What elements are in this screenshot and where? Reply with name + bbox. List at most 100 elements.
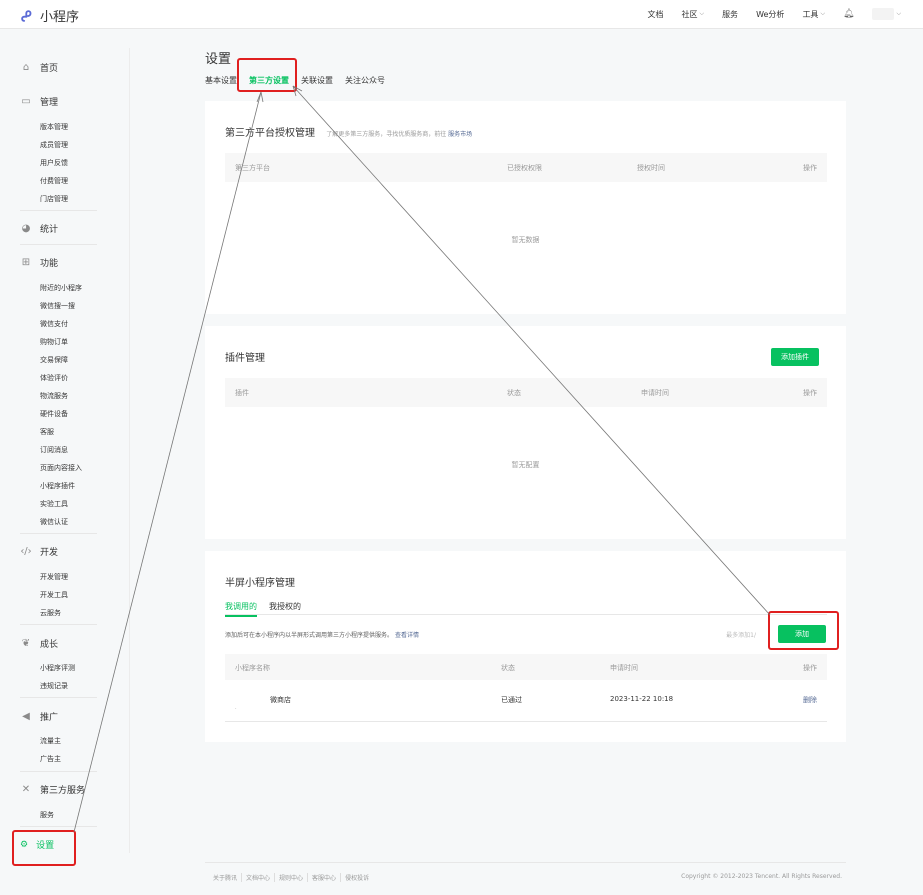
- account-menu[interactable]: ⌵: [872, 8, 901, 20]
- sidebar-item-service[interactable]: 服务: [40, 810, 54, 820]
- tab-authorized[interactable]: 我授权的: [269, 601, 301, 612]
- avatar: [872, 8, 895, 20]
- nav-we-analytics[interactable]: We分析: [756, 9, 784, 20]
- tab-linked[interactable]: 关联设置: [301, 75, 333, 90]
- view-details-link[interactable]: 查看详情: [395, 632, 419, 639]
- sidebar-item-page-content[interactable]: 页面内容接入: [40, 463, 82, 473]
- nav-tools-label: 工具: [802, 9, 819, 19]
- sidebar-promo-label: 推广: [40, 713, 59, 723]
- sidebar-item-members[interactable]: 成员管理: [40, 140, 68, 150]
- sidebar-third-label: 第三方服务: [40, 786, 86, 796]
- nav-tools[interactable]: 工具 ⌵: [802, 9, 825, 20]
- tab-invoked[interactable]: 我调用的: [225, 601, 257, 617]
- nav-services[interactable]: 服务: [722, 9, 738, 20]
- box-icon: ▭: [21, 95, 31, 107]
- code-icon: ‹/›: [20, 545, 32, 557]
- sidebar-item-lab[interactable]: 实验工具: [40, 499, 68, 509]
- sidebar-section-stats[interactable]: ◕ 统计: [20, 222, 58, 236]
- col-status: 状态: [507, 389, 521, 397]
- nav-docs[interactable]: 文档: [648, 9, 664, 20]
- col-plugin: 插件: [235, 389, 249, 397]
- top-bar: 小程序 文档 社区 ⌵ 服务 We分析 工具 ⌵ 🔔︎ ⌵: [0, 0, 923, 29]
- sidebar-item-trade-guarantee[interactable]: 交易保障: [40, 355, 68, 365]
- row-divider: [225, 721, 827, 722]
- empty-state: 暂无数据: [511, 236, 540, 244]
- col-name: 小程序名称: [235, 664, 270, 672]
- sidebar-item-traffic[interactable]: 流量主: [40, 736, 61, 746]
- sidebar-item-certification[interactable]: 微信认证: [40, 517, 68, 527]
- copyright: Copyright © 2012-2023 Tencent. All Right…: [681, 873, 842, 880]
- sidebar-section-manage[interactable]: ▭ 管理: [20, 95, 59, 109]
- table-header: 小程序名称 状态 申请时间 操作: [225, 654, 827, 680]
- top-nav: 文档 社区 ⌵ 服务 We分析 工具 ⌵ 🔔︎ ⌵: [648, 8, 901, 20]
- empty-state: 暂无配置: [511, 461, 540, 469]
- sidebar-section-growth[interactable]: ❦ 成长: [20, 637, 58, 651]
- col-apply-time: 申请时间: [641, 389, 669, 397]
- limit-text: 最多添加1/: [726, 632, 756, 639]
- third-party-icon: ✕: [21, 783, 31, 795]
- sidebar-settings-label: 设置: [36, 841, 55, 851]
- footer: 关于腾讯 文档中心 规则中心 客服中心 侵权投诉 Copyright © 201…: [205, 862, 846, 882]
- sidebar-item-logistics[interactable]: 物流服务: [40, 391, 68, 401]
- col-actions: 操作: [803, 164, 817, 172]
- table-header: 第三方平台 已授权权限 授权时间 操作: [225, 153, 827, 182]
- sidebar-item-dev-tools[interactable]: 开发工具: [40, 590, 68, 600]
- half-screen-card: 半屏小程序管理 我调用的 我授权的 添加后可在本小程序内以半屏形式调用第三方小程…: [205, 551, 846, 742]
- sidebar-divider: [20, 533, 97, 534]
- sidebar-item-feedback[interactable]: 用户反馈: [40, 158, 68, 168]
- sidebar-item-home[interactable]: ⌂ 首页: [20, 61, 58, 75]
- nav-community[interactable]: 社区 ⌵: [682, 9, 705, 20]
- sidebar-item-customer-service[interactable]: 客服: [40, 427, 54, 437]
- sidebar-item-subscribe[interactable]: 订阅消息: [40, 445, 68, 455]
- chevron-down-icon: ⌵: [699, 10, 705, 17]
- sidebar-item-hardware[interactable]: 硬件设备: [40, 409, 68, 419]
- footer-link-docs[interactable]: 文档中心: [242, 873, 276, 882]
- sidebar-section-features[interactable]: ⊞ 功能: [20, 256, 58, 270]
- table-row: 微商店 · 已通过 2023-11-22 10:18 删除: [225, 689, 827, 721]
- sidebar-section-promo[interactable]: ◀ 推广: [20, 710, 59, 724]
- sidebar-item-dev-manage[interactable]: 开发管理: [40, 572, 68, 582]
- sidebar-section-dev[interactable]: ‹/› 开发: [20, 545, 58, 559]
- sidebar-item-wechat-pay[interactable]: 微信支付: [40, 319, 68, 329]
- sidebar-item-version[interactable]: 版本管理: [40, 122, 68, 132]
- sidebar-manage-label: 管理: [40, 98, 59, 108]
- footer-link-about[interactable]: 关于腾讯: [209, 873, 243, 882]
- service-market-link[interactable]: 服务市场: [448, 131, 472, 138]
- sidebar-item-plugins[interactable]: 小程序插件: [40, 481, 75, 491]
- tab-basic[interactable]: 基本设置: [205, 75, 237, 90]
- half-screen-title: 半屏小程序管理: [225, 578, 295, 589]
- sidebar-item-search[interactable]: 微信搜一搜: [40, 301, 75, 311]
- add-button[interactable]: 添加: [778, 625, 826, 643]
- nav-community-label: 社区: [681, 9, 698, 19]
- sidebar-divider: [20, 624, 97, 625]
- sidebar-item-orders[interactable]: 购物订单: [40, 337, 68, 347]
- sidebar-item-nearby[interactable]: 附近的小程序: [40, 283, 82, 293]
- sidebar-item-advertiser[interactable]: 广告主: [40, 754, 61, 764]
- delete-link[interactable]: 删除: [803, 695, 817, 705]
- footer-link-rules[interactable]: 规则中心: [275, 873, 309, 882]
- sidebar-item-review[interactable]: 小程序评测: [40, 663, 75, 673]
- sidebar-item-payment[interactable]: 付费管理: [40, 176, 68, 186]
- tab-third-party[interactable]: 第三方设置: [249, 75, 289, 92]
- sidebar-item-stores[interactable]: 门店管理: [40, 194, 68, 204]
- tab-follow-account[interactable]: 关注公众号: [345, 75, 385, 90]
- bell-icon[interactable]: 🔔︎: [843, 9, 854, 19]
- app-logo[interactable]: 小程序: [20, 6, 79, 25]
- sidebar-item-settings[interactable]: ⚙ 设置: [20, 838, 55, 852]
- sidebar-item-violations[interactable]: 违规记录: [40, 681, 68, 691]
- sidebar-divider: [20, 697, 97, 698]
- third-party-auth-title: 第三方平台授权管理: [225, 128, 315, 139]
- miniprogram-logo-icon: [21, 9, 32, 22]
- app-name: 小程序: [40, 10, 80, 25]
- footer-link-infringement[interactable]: 侵权投诉: [341, 873, 373, 882]
- footer-link-support[interactable]: 客服中心: [308, 873, 342, 882]
- add-plugin-button[interactable]: 添加插件: [771, 348, 819, 366]
- half-screen-description-text: 添加后可在本小程序内以半屏形式调用第三方小程序提供服务。: [225, 632, 394, 639]
- sidebar-section-third-party[interactable]: ✕ 第三方服务: [20, 783, 86, 797]
- sidebar-item-cloud[interactable]: 云服务: [40, 608, 61, 618]
- card-title: 第三方平台授权管理 了解更多第三方服务，寻找优质服务商，前往 服务市场: [225, 124, 472, 139]
- sidebar-item-experience[interactable]: 体验评价: [40, 373, 68, 383]
- sidebar-divider: [129, 48, 130, 853]
- sidebar: ⌂ 首页 ▭ 管理 版本管理 成员管理 用户反馈 付费管理 门店管理 ◕ 统计 …: [0, 30, 130, 895]
- col-auth-time: 授权时间: [637, 164, 665, 172]
